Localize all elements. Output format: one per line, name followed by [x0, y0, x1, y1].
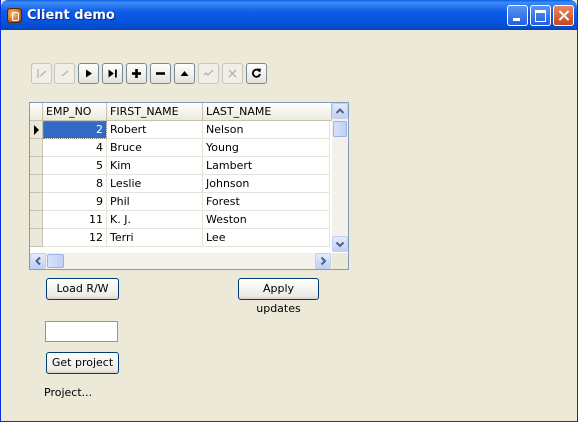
last-icon	[108, 69, 117, 78]
table-row[interactable]: 5 Kim Lambert	[30, 157, 330, 175]
cell-emp-no[interactable]: 9	[43, 193, 107, 211]
window-title: Client demo	[27, 8, 115, 23]
cell-first-name[interactable]: Kim	[107, 157, 203, 175]
table-row[interactable]: 9 Phil Forest	[30, 193, 330, 211]
row-indicator[interactable]	[30, 193, 43, 211]
apply-updates-button[interactable]: Apply updates	[238, 278, 319, 315]
scrollbar-corner	[332, 253, 348, 269]
close-button[interactable]	[553, 5, 574, 26]
refresh-button[interactable]	[246, 63, 267, 84]
vertical-scroll-thumb[interactable]	[333, 121, 347, 137]
cell-last-name[interactable]: Young	[203, 139, 330, 157]
table-row[interactable]: 2 Robert Nelson	[30, 121, 330, 139]
cell-first-name[interactable]: Terri	[107, 229, 203, 247]
insert-record-button[interactable]	[126, 63, 147, 84]
first-icon	[37, 69, 47, 78]
last-record-button[interactable]	[102, 63, 123, 84]
cell-emp-no[interactable]: 5	[43, 157, 107, 175]
next-icon	[86, 69, 92, 78]
chevron-left-icon	[35, 256, 41, 266]
cell-last-name[interactable]: Johnson	[203, 175, 330, 193]
vertical-scrollbar[interactable]	[332, 103, 348, 252]
cell-first-name[interactable]: Robert	[107, 121, 203, 139]
employee-grid[interactable]: EMP_NO FIRST_NAME LAST_NAME 2 Robert Nel…	[29, 102, 349, 270]
title-bar[interactable]: Client demo	[1, 0, 577, 30]
prior-record-button[interactable]	[54, 63, 75, 84]
column-header-last-name[interactable]: LAST_NAME	[203, 103, 332, 121]
row-indicator[interactable]	[30, 175, 43, 193]
minus-icon	[156, 72, 165, 75]
project-label: Project...	[44, 386, 93, 399]
row-indicator[interactable]	[30, 139, 43, 157]
plus-icon	[132, 69, 141, 78]
row-indicator[interactable]	[30, 211, 43, 229]
prior-icon	[61, 70, 69, 77]
cell-emp-no[interactable]: 2	[43, 121, 107, 139]
cell-first-name[interactable]: Leslie	[107, 175, 203, 193]
cell-first-name[interactable]: K. J.	[107, 211, 203, 229]
chevron-right-icon	[320, 256, 327, 266]
project-input[interactable]	[45, 321, 118, 342]
scroll-left-button[interactable]	[30, 253, 46, 269]
table-row[interactable]: 11 K. J. Weston	[30, 211, 330, 229]
grid-corner-header	[30, 103, 43, 121]
current-row-indicator-icon	[34, 125, 39, 135]
horizontal-scrollbar[interactable]	[30, 253, 332, 269]
cell-last-name[interactable]: Lee	[203, 229, 330, 247]
table-row[interactable]: 12 Terri Lee	[30, 229, 330, 247]
cell-first-name[interactable]: Phil	[107, 193, 203, 211]
table-row[interactable]: 8 Leslie Johnson	[30, 175, 330, 193]
row-indicator[interactable]	[30, 121, 43, 139]
column-header-first-name[interactable]: FIRST_NAME	[107, 103, 203, 121]
check-icon	[203, 69, 214, 76]
scroll-down-button[interactable]	[332, 236, 348, 252]
edit-record-button[interactable]	[174, 63, 195, 84]
scroll-right-button[interactable]	[315, 253, 331, 269]
x-icon	[228, 69, 237, 78]
cell-emp-no[interactable]: 4	[43, 139, 107, 157]
refresh-icon	[252, 68, 261, 78]
chevron-down-icon	[335, 241, 345, 248]
up-triangle-icon	[180, 71, 189, 76]
cell-emp-no[interactable]: 12	[43, 229, 107, 247]
chevron-up-icon	[335, 108, 345, 114]
main-window: Client demo EMP_NO FIRST_NAME LAST_NAME …	[0, 0, 578, 422]
cell-first-name[interactable]: Bruce	[107, 139, 203, 157]
minimize-button[interactable]	[507, 5, 528, 26]
maximize-button[interactable]	[530, 5, 551, 26]
cell-last-name[interactable]: Lambert	[203, 157, 330, 175]
cell-emp-no[interactable]: 8	[43, 175, 107, 193]
post-record-button[interactable]	[198, 63, 219, 84]
cell-emp-no[interactable]: 11	[43, 211, 107, 229]
app-icon[interactable]	[7, 8, 22, 23]
cell-last-name[interactable]: Nelson	[203, 121, 330, 139]
cell-last-name[interactable]: Weston	[203, 211, 330, 229]
row-indicator[interactable]	[30, 229, 43, 247]
column-header-emp-no[interactable]: EMP_NO	[43, 103, 107, 121]
scroll-up-button[interactable]	[332, 103, 348, 119]
cell-last-name[interactable]: Forest	[203, 193, 330, 211]
horizontal-scroll-thumb[interactable]	[47, 254, 64, 268]
get-project-button[interactable]: Get project	[46, 352, 119, 374]
cancel-record-button[interactable]	[222, 63, 243, 84]
delete-record-button[interactable]	[150, 63, 171, 84]
first-record-button[interactable]	[31, 63, 52, 84]
table-row[interactable]: 4 Bruce Young	[30, 139, 330, 157]
load-rw-button[interactable]: Load R/W	[46, 278, 119, 300]
row-indicator[interactable]	[30, 157, 43, 175]
next-record-button[interactable]	[78, 63, 99, 84]
